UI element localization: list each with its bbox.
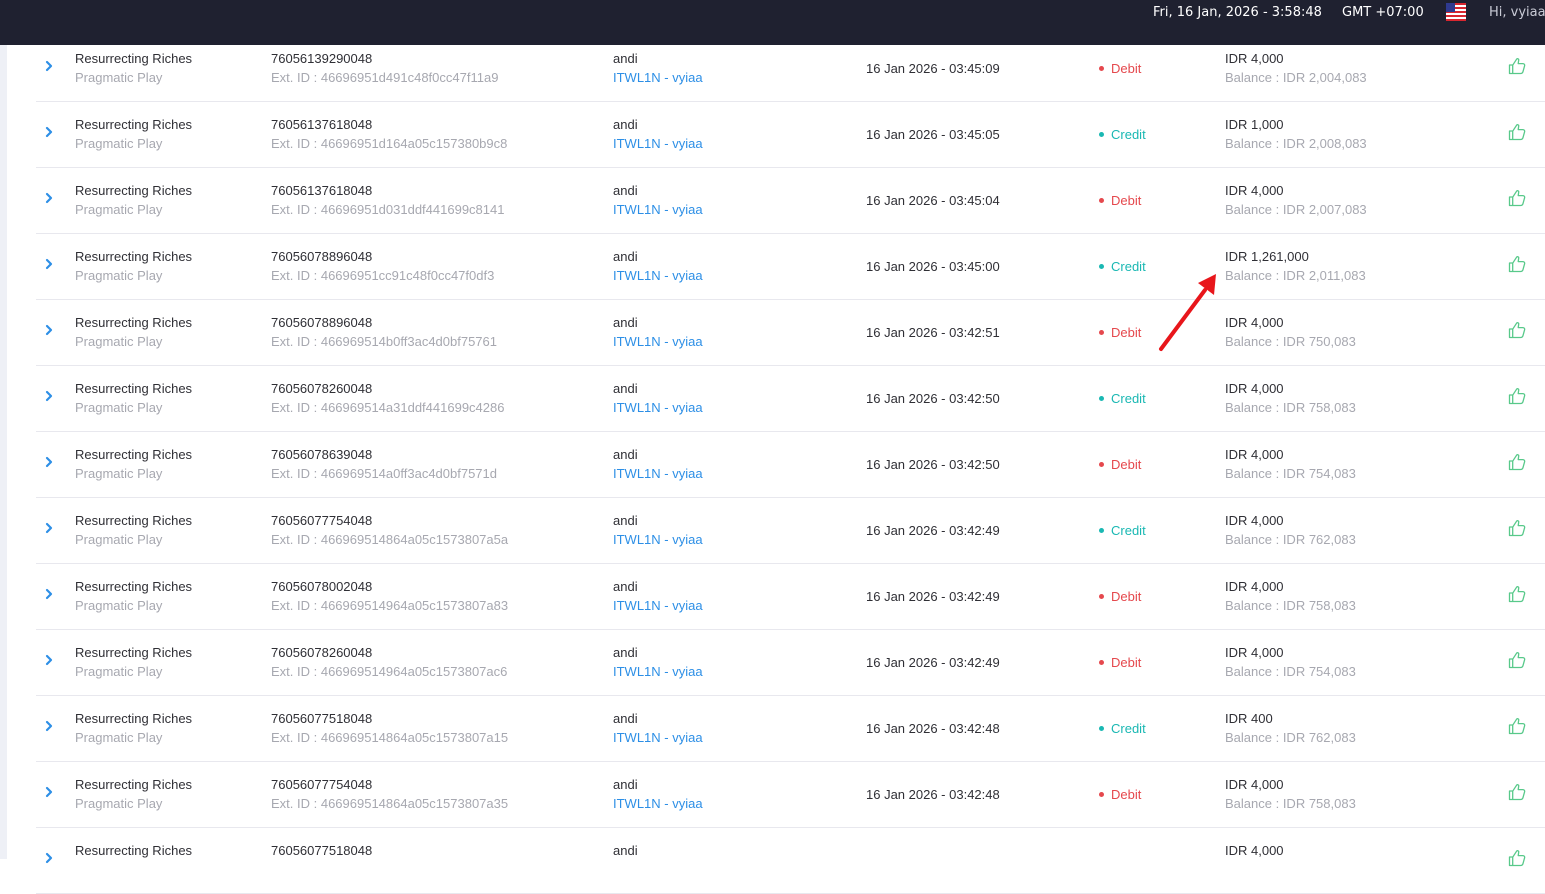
current-datetime: Fri, 16 Jan, 2026 - 3:58:48 — [1153, 5, 1322, 20]
timezone-label[interactable]: GMT +07:00 — [1342, 5, 1424, 20]
user-greeting[interactable]: Hi, vyiaa — [1489, 5, 1545, 20]
us-flag-icon[interactable] — [1446, 3, 1466, 21]
red-arrow-annotation — [1159, 274, 1216, 351]
top-header-bar: Fri, 16 Jan, 2026 - 3:58:48 GMT +07:00 H… — [0, 0, 1545, 45]
